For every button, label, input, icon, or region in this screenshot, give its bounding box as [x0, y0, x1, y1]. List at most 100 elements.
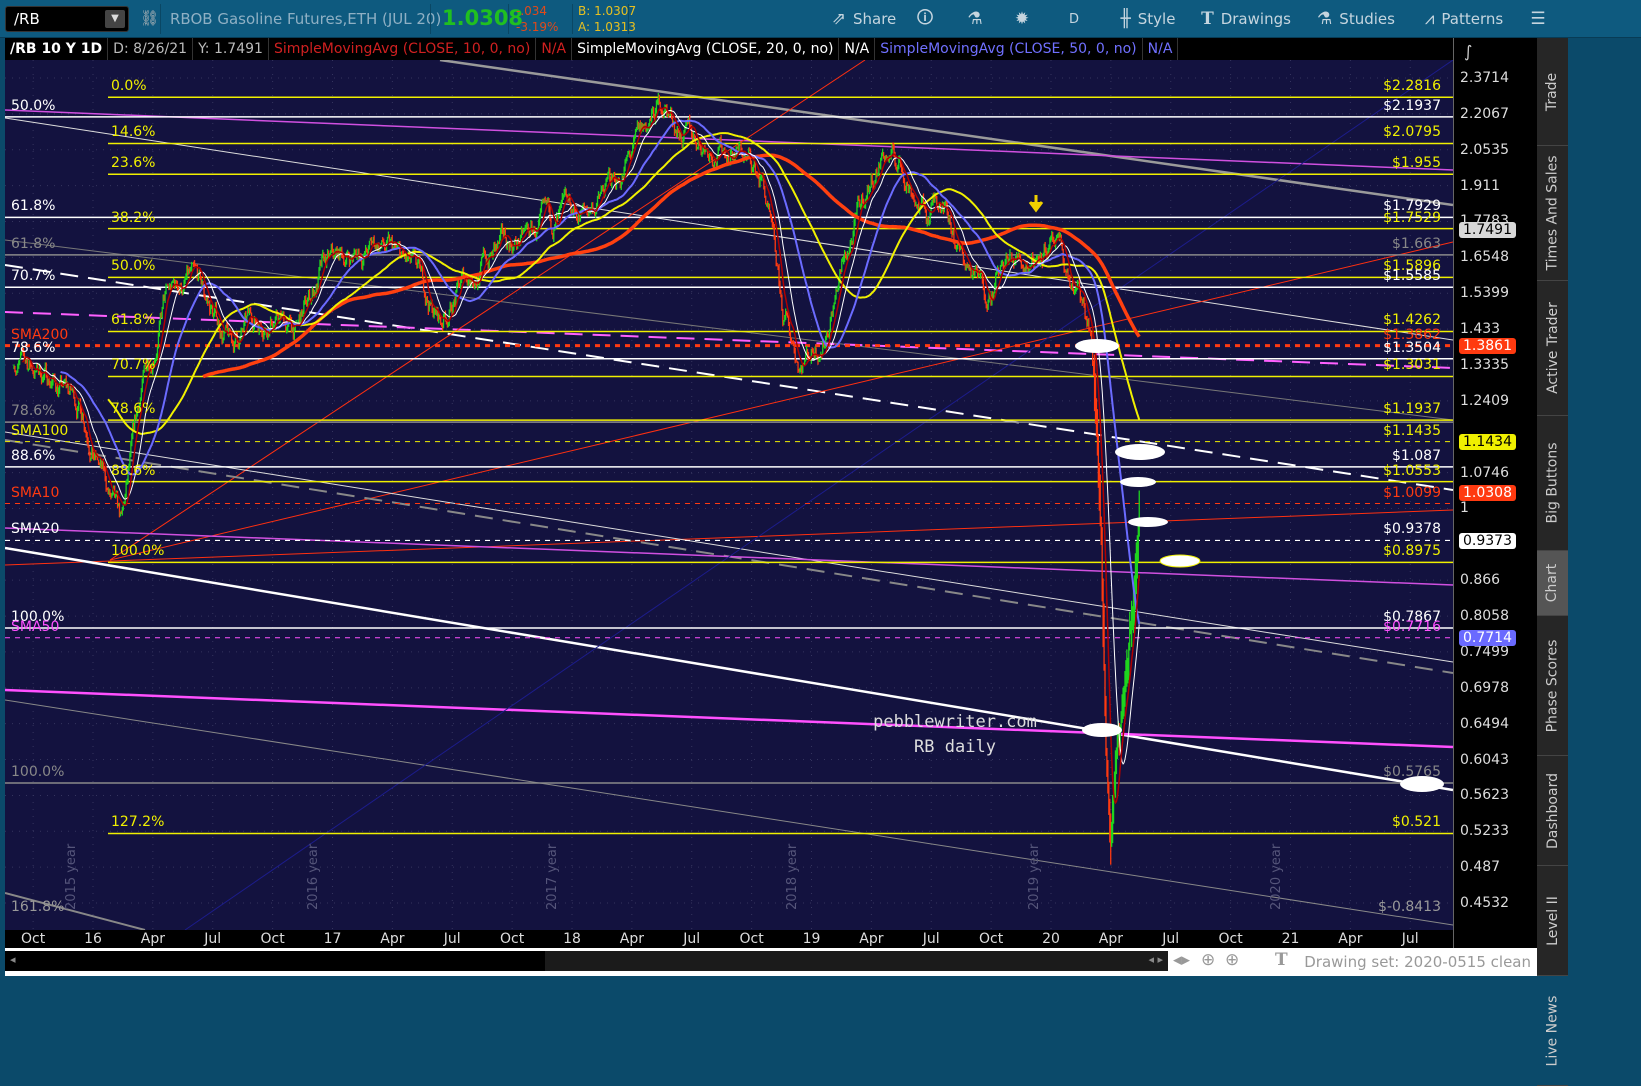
scroll-left-icon[interactable]: ◂	[10, 953, 16, 966]
price-tick-label: 1.3335	[1460, 356, 1509, 373]
price-tick-label: 0.6494	[1460, 715, 1509, 732]
divider	[160, 4, 161, 34]
text-tool-icon: T	[1201, 9, 1214, 29]
style-label: Style	[1137, 10, 1176, 28]
price-badge: 1.0308	[1459, 485, 1516, 502]
percent-change: -3.19%	[516, 20, 559, 34]
sma10-legend[interactable]: SimpleMovingAvg (CLOSE, 10, 0, no)	[269, 38, 537, 60]
level-label-left: 38.2%	[111, 209, 156, 226]
study-legend: /RB 10 Y 1D D: 8/26/21 Y: 1.7491 SimpleM…	[5, 38, 1537, 60]
notes-button[interactable]: 🛈	[905, 4, 945, 34]
pan-icon[interactable]: ◂▸	[1173, 950, 1190, 970]
symbol-input[interactable]: /RB ▼	[5, 6, 129, 32]
cursor-value: Y: 1.7491	[193, 38, 269, 60]
marker-ellipse	[1159, 554, 1201, 568]
price-tick-label: 2.2067	[1460, 105, 1509, 122]
watermark-annotation: pebblewriter.com RB daily	[855, 710, 1055, 760]
divider	[572, 4, 573, 34]
marker-ellipse	[1120, 477, 1156, 487]
level-label-left: 23.6%	[111, 155, 156, 172]
patterns-icon: ⩘	[1424, 9, 1435, 29]
price-tick-label: 2.0535	[1460, 141, 1509, 158]
price-chart[interactable]: 2015 year 2016 year 2017 year 2018 year 2019…	[5, 60, 1453, 930]
sidebar-tab-label: Active Trader	[1544, 302, 1561, 394]
level-label-right: $2.0795	[1383, 124, 1441, 141]
collapse-study-icon[interactable]: ∫	[1464, 42, 1472, 61]
patterns-button[interactable]: ⩘ Patterns	[1414, 4, 1514, 34]
drawing-set-selector[interactable]: Drawing set: 2020-0515 clean	[1304, 953, 1531, 971]
sidebar-tab-trade[interactable]: Trade	[1537, 38, 1568, 146]
level-label-left: 61.8%	[11, 198, 56, 215]
aggregation-button[interactable]: D	[1052, 4, 1096, 34]
price-badge: 1.1434	[1459, 433, 1516, 450]
sidebar-tab-active-trader[interactable]: Active Trader	[1537, 281, 1568, 416]
sma10-value: N/A	[536, 38, 573, 60]
settings-button[interactable]: ✹	[1003, 4, 1041, 34]
scroll-right-icon[interactable]: ◂ ▸	[1148, 953, 1163, 966]
sidebar-tab-big-buttons[interactable]: Big Buttons	[1537, 416, 1568, 551]
link-icon[interactable]: ⛓	[140, 9, 159, 27]
chevron-down-icon[interactable]: ▼	[105, 10, 125, 28]
level-label-right: $1.663	[1392, 235, 1441, 252]
sidebar-tab-times-and-sales[interactable]: Times And Sales	[1537, 146, 1568, 281]
sidebar-tab-label: Chart	[1544, 563, 1561, 603]
info-note-icon: 🛈	[916, 7, 934, 28]
level-label-left: 78.6%	[11, 403, 56, 420]
price-tick-label: 0.7499	[1460, 643, 1509, 660]
price-badge: 1.7491	[1459, 221, 1516, 238]
marker-ellipse	[1082, 723, 1122, 737]
time-axis[interactable]: Oct 16 Apr Jul Oct 17 Apr Jul Oct 18 Apr Jul Oct 19 Ap…	[5, 930, 1453, 948]
sidebar-tab-phase-scores[interactable]: Phase Scores	[1537, 616, 1568, 756]
level-label-right: $1.0553	[1383, 462, 1441, 479]
price-tick-label: 0.866	[1460, 572, 1501, 589]
level-label-left: SMA50	[11, 618, 60, 635]
style-button[interactable]: ╫ Style	[1108, 4, 1188, 34]
level-label-right: $0.7716	[1383, 618, 1441, 635]
sidebar-tab-label: Level II	[1544, 895, 1561, 946]
net-change: -.034	[516, 4, 548, 18]
sidebar-tab-live-news[interactable]: Live News	[1537, 976, 1568, 1086]
price-badge: 0.7714	[1459, 629, 1516, 646]
sma20-value: N/A	[839, 38, 876, 60]
price-tick-label: 1.0746	[1460, 464, 1509, 481]
price-tick-label: 0.487	[1460, 859, 1501, 876]
level-label-right: $0.5765	[1383, 764, 1441, 780]
drawings-button[interactable]: T Drawings	[1196, 4, 1296, 34]
level-label-right: $1.1435	[1383, 422, 1441, 439]
level-label-right: $0.521	[1392, 814, 1441, 831]
time-tick-label: Jul	[1401, 931, 1419, 947]
zoom-icon[interactable]: ⊕	[1225, 950, 1239, 970]
year-watermark: 2018 year	[784, 843, 800, 910]
menu-button[interactable]: ☰	[1518, 4, 1558, 34]
level-label-right: $0.8975	[1383, 543, 1441, 560]
drawings-label: Drawings	[1220, 10, 1291, 28]
sidebar-tab-label: Times And Sales	[1544, 155, 1561, 271]
text-tool-icon[interactable]: T	[1275, 950, 1288, 970]
level-label-left: 50.0%	[111, 258, 156, 275]
sidebar-tab-level-ii[interactable]: Level II	[1537, 866, 1568, 976]
sidebar-tab-chart[interactable]: Chart	[1537, 551, 1568, 616]
level-label-right: $1.0099	[1383, 484, 1441, 501]
time-tick-label: Jul	[1162, 931, 1180, 947]
level-label-right: $1.3504	[1383, 339, 1441, 356]
studies-button[interactable]: ⚗ Studies	[1310, 4, 1402, 34]
year-watermark: 2020 year	[1268, 843, 1284, 910]
share-button[interactable]: ⇗ Share	[832, 4, 897, 34]
price-axis[interactable]: ∫ 2.37142.20672.05351.9111.77831.65481.5…	[1453, 38, 1537, 950]
sidebar-tab-dashboard[interactable]: Dashboard	[1537, 756, 1568, 866]
horizontal-scrollbar[interactable]: ◂ ◂ ▸	[5, 951, 1168, 971]
sma20-legend[interactable]: SimpleMovingAvg (CLOSE, 20, 0, no)	[572, 38, 840, 60]
price-tick-label: 0.5623	[1460, 787, 1509, 804]
sma50-legend[interactable]: SimpleMovingAvg (CLOSE, 50, 0, no)	[875, 38, 1143, 60]
crosshair-icon[interactable]: ⊕	[1201, 950, 1215, 970]
arrow-down-icon	[1028, 195, 1044, 213]
bottom-bar: ◂ ◂ ▸ ◂▸ ⊕ ⊕ T Drawing set: 2020-0515 cl…	[5, 948, 1537, 976]
level-label-right: $1.7529	[1383, 209, 1441, 226]
price-tick-label: 0.4532	[1460, 894, 1509, 911]
price-tick-label: 0.6043	[1460, 751, 1509, 768]
sma50-value: N/A	[1143, 38, 1179, 60]
price-tick-label: 2.3714	[1460, 70, 1509, 86]
time-tick-label: Jul	[922, 931, 940, 947]
flask-button[interactable]: ⚗	[955, 4, 995, 34]
scrollbar-thumb[interactable]	[545, 951, 1168, 971]
